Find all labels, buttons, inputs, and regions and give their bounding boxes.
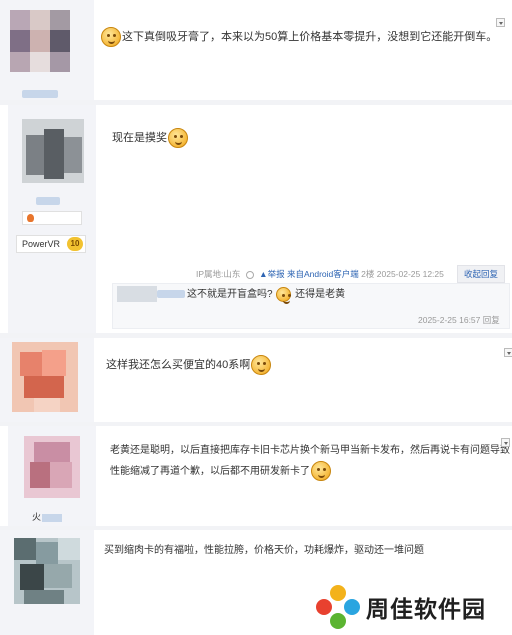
post-4-content: 老黄还是聪明，以后直接把库存卡旧卡芯片换个新马甲当新卡发布，然后再说卡有问题导致… [96, 426, 512, 526]
post-2: PowerVR 10 现在是摸奖 IP属地:山东 ▲举报 来自Android客户… [0, 105, 512, 333]
emoticon-icon [251, 355, 272, 376]
warning-icon: ▲ [259, 269, 268, 279]
reply-text: 这不就是开盲盒吗? 还得是老黄 [187, 286, 345, 304]
post-time: 2025-02-25 12:25 [376, 269, 444, 279]
reply-button[interactable]: 回复 [483, 315, 500, 325]
client-source[interactable]: 来自Android客户端 [287, 269, 359, 279]
post-2-sidebar: PowerVR 10 [8, 105, 96, 333]
post-3-text: 这样我还怎么买便宜的40系啊 [106, 354, 272, 376]
post-menu-toggle[interactable] [501, 438, 510, 447]
avatar[interactable] [14, 538, 80, 604]
post-menu-toggle[interactable] [496, 18, 505, 27]
post-meta: IP属地:山东 ▲举报 来自Android客户端 2楼 2025-02-25 1… [196, 268, 444, 280]
post-5-sidebar [0, 530, 94, 635]
post-1-content: 这下真倒吸牙膏了，本来以为50算上价格基本零提升，没想到它还能开倒车。 [94, 0, 512, 100]
post-4-text-line-2: 性能缩减了再道个歉，以后都不用研发新卡了 [110, 461, 332, 483]
post-1-text: 这下真倒吸牙膏了，本来以为50算上价格基本零提升，没想到它还能开倒车。 [100, 26, 497, 48]
avatar[interactable] [22, 119, 84, 183]
username[interactable] [22, 90, 58, 98]
ip-location: IP属地:山东 [196, 269, 241, 279]
post-4-sidebar: 火 [8, 426, 96, 526]
level-badge: 10 [67, 237, 83, 251]
post-1-sidebar [0, 0, 94, 100]
post-1: 这下真倒吸牙膏了，本来以为50算上价格基本零提升，没想到它还能开倒车。 [0, 0, 512, 100]
avatar[interactable] [24, 436, 80, 498]
floor-number: 2楼 [361, 269, 375, 279]
info-icon [245, 270, 254, 279]
post-2-content: 现在是摸奖 IP属地:山东 ▲举报 来自Android客户端 2楼 2025-0… [96, 105, 512, 333]
avatar[interactable] [10, 10, 70, 72]
honor-badge[interactable] [22, 211, 82, 225]
reply-username[interactable] [157, 290, 185, 298]
site-watermark: 周佳软件园 [316, 585, 486, 629]
reply-thread: 这不就是开盲盒吗? 还得是老黄 2025-2-25 16:57 回复 [112, 283, 510, 329]
powervr-badge[interactable]: PowerVR 10 [16, 235, 86, 253]
avatar[interactable] [12, 342, 78, 412]
post-menu-toggle[interactable] [504, 348, 512, 357]
username[interactable]: 火 [32, 510, 63, 523]
username[interactable] [36, 197, 60, 205]
badge-label: PowerVR [22, 239, 61, 249]
emoticon-icon [168, 128, 188, 149]
watermark-logo-icon [316, 585, 360, 629]
post-5-text: 买到缩肉卡的有福啦，性能拉胯，价格天价，功耗爆炸，驱动还一堆问题 [104, 545, 424, 556]
post-4: 火 老黄还是聪明，以后直接把库存卡旧卡芯片换个新马甲当新卡发布，然后再说卡有问题… [0, 426, 512, 526]
post-3-sidebar [0, 338, 94, 422]
report-link[interactable]: ▲举报 [259, 269, 284, 279]
reply-avatar[interactable] [117, 286, 157, 302]
emoticon-icon [276, 286, 292, 304]
fire-icon [27, 214, 34, 222]
emoticon-icon [101, 27, 121, 48]
watermark-text: 周佳软件园 [366, 597, 486, 623]
fold-replies-button[interactable]: 收起回复 [457, 265, 506, 283]
post-3-content: 这样我还怎么买便宜的40系啊 [94, 338, 512, 422]
post-2-text: 现在是摸奖 [112, 127, 189, 149]
emoticon-icon [311, 461, 331, 482]
reply-time: 2025-2-25 16:57 [418, 315, 481, 325]
post-3: 这样我还怎么买便宜的40系啊 [0, 338, 512, 422]
post-4-text-line-1: 老黄还是聪明，以后直接把库存卡旧卡芯片换个新马甲当新卡发布，然后再说卡有问题导致 [110, 445, 510, 456]
reply-meta: 2025-2-25 16:57 回复 [418, 314, 500, 326]
